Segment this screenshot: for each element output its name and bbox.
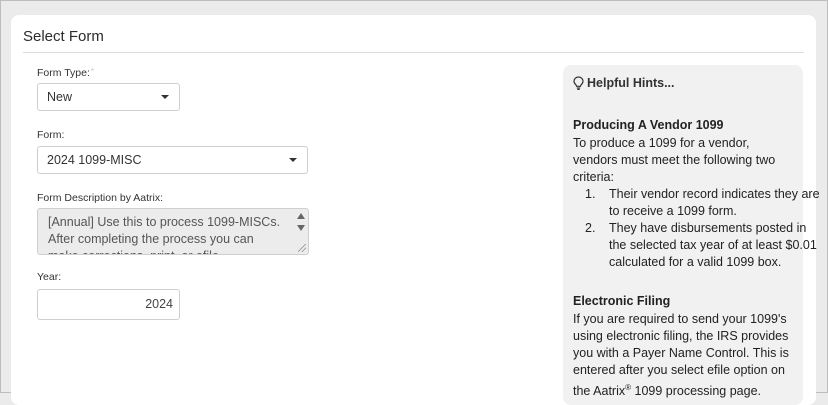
- required-marker: *: [90, 67, 95, 76]
- form-description-text: [Annual] Use this to process 1099-MISCs.…: [48, 215, 281, 254]
- resize-handle-icon[interactable]: [298, 244, 306, 252]
- year-input[interactable]: 2024: [37, 289, 180, 320]
- hint-heading-electronic-filing: Electronic Filing: [573, 294, 671, 308]
- helpful-hints-panel: Helpful Hints... Producing A Vendor 1099…: [563, 65, 820, 405]
- form-value: 2024 1099-MISC: [47, 153, 142, 167]
- form-description-textarea[interactable]: [Annual] Use this to process 1099-MISCs.…: [37, 208, 309, 255]
- card-title: Select Form: [23, 28, 104, 45]
- criteria-item: 2. They have disbursements posted in the …: [585, 221, 817, 269]
- form-type-value: New: [47, 90, 73, 104]
- app-frame: Select Form Form Type:* New Form: 2024 1…: [0, 0, 828, 405]
- form-type-label: Form Type:*: [37, 67, 95, 79]
- year-label: Year:: [37, 271, 62, 283]
- form-description-label: Form Description by Aatrix:: [37, 192, 164, 204]
- criteria-list: 1. Their vendor record indicates they are…: [573, 186, 821, 271]
- lightbulb-icon: [573, 76, 584, 90]
- select-form-card: Select Form Form Type:* New Form: 2024 1…: [11, 15, 820, 405]
- hint-text-electronic-filing: If you are required to send your 1099's …: [573, 312, 789, 399]
- caret-down-icon: [289, 158, 297, 162]
- hint-text-vendor-1099: To produce a 1099 for a vendor, vendors …: [573, 136, 776, 184]
- scroll-up-icon[interactable]: [297, 213, 305, 219]
- form-select[interactable]: 2024 1099-MISC: [37, 146, 308, 174]
- criteria-item: 1. Their vendor record indicates they are…: [585, 187, 820, 218]
- hint-heading-vendor-1099: Producing A Vendor 1099: [573, 118, 724, 132]
- hints-title: Helpful Hints...: [573, 76, 675, 90]
- caret-down-icon: [161, 95, 169, 99]
- form-type-select[interactable]: New: [37, 83, 180, 111]
- title-divider: [23, 52, 804, 53]
- scroll-down-icon[interactable]: [297, 225, 305, 231]
- form-label: Form:: [37, 129, 65, 141]
